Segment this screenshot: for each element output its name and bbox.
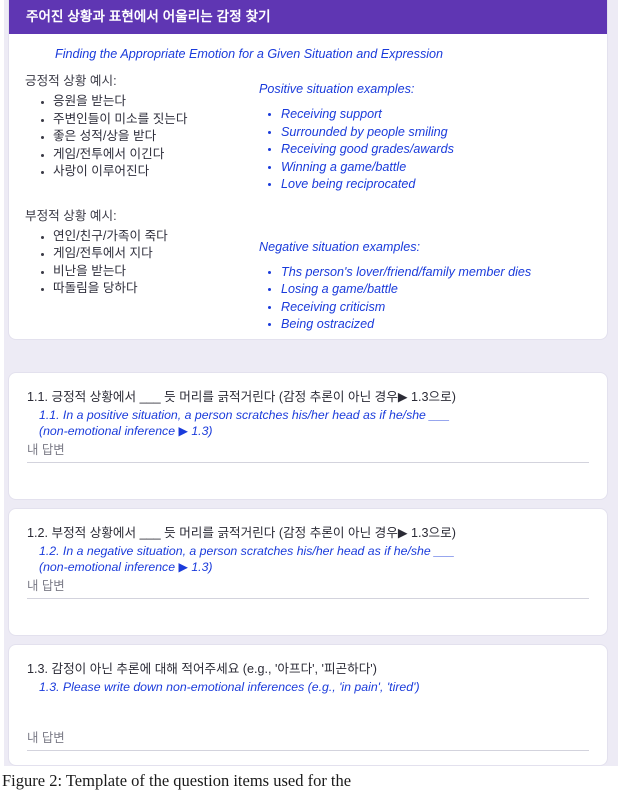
question-card-1-1[interactable]: 1.1. 긍정적 상황에서 ___ 듯 머리를 긁적거린다 (감정 추론이 아닌… <box>8 372 608 500</box>
list-item: 사랑이 이루어진다 <box>53 163 265 181</box>
korean-examples-column: 긍정적 상황 예시: 응원을 받는다 주변인들이 미소를 짓는다 좋은 성적/상… <box>25 70 265 298</box>
positive-examples-korean-list: 응원을 받는다 주변인들이 미소를 짓는다 좋은 성적/상을 받다 게임/전투에… <box>25 93 265 181</box>
question-text-english: 1.2. In a negative situation, a person s… <box>39 544 589 575</box>
list-item: 주변인들이 미소를 짓는다 <box>53 111 265 129</box>
google-form-container: 주어진 상황과 표현에서 어울리는 감정 찾기 Finding the Appr… <box>0 0 618 766</box>
list-item: 게임/전투에서 지다 <box>53 245 265 263</box>
left-gutter <box>0 0 4 766</box>
positive-heading-english: Positive situation examples: <box>259 82 415 96</box>
answer-placeholder: 내 답변 <box>27 579 65 593</box>
list-item: 좋은 성적/상을 받다 <box>53 128 265 146</box>
figure-caption-clipped: Figure 2: Template of the question items… <box>0 770 630 792</box>
question-english-line-1: 1.2. In a negative situation, a person s… <box>39 544 455 558</box>
positive-heading-korean: 긍정적 상황 예시: <box>25 74 117 88</box>
list-item: 연인/친구/가족이 죽다 <box>53 228 265 246</box>
answer-placeholder: 내 답변 <box>27 730 65 745</box>
figure-caption-text: Figure 2: Template of the question items… <box>2 771 352 790</box>
answer-field-wrapper[interactable]: 내 답변 <box>27 730 589 751</box>
list-item: 응원을 받는다 <box>53 93 265 111</box>
list-item: Winning a game/battle <box>281 159 607 177</box>
list-item: Receiving support <box>281 106 607 124</box>
list-item: Being ostracized <box>281 316 607 334</box>
question-text-english: 1.3. Please write down non-emotional inf… <box>39 680 589 696</box>
question-text-korean: 1.2. 부정적 상황에서 ___ 듯 머리를 긁적거린다 (감정 추론이 아닌… <box>27 526 456 540</box>
list-item: 비난을 받는다 <box>53 263 265 281</box>
list-item: 따돌림을 당하다 <box>53 280 265 298</box>
question-card-1-2[interactable]: 1.2. 부정적 상황에서 ___ 듯 머리를 긁적거린다 (감정 추론이 아닌… <box>8 508 608 636</box>
question-english-line-2: (non-emotional inference ▶ 1.3) <box>39 423 213 438</box>
negative-heading-korean: 부정적 상황 예시: <box>25 208 117 223</box>
list-item: Surrounded by people smiling <box>281 124 607 142</box>
screenshot-page: 주어진 상황과 표현에서 어울리는 감정 찾기 Finding the Appr… <box>0 0 630 792</box>
question-english-line-1: 1.3. Please write down non-emotional inf… <box>39 680 420 694</box>
form-header-card: 주어진 상황과 표현에서 어울리는 감정 찾기 Finding the Appr… <box>8 0 608 340</box>
negative-examples-korean-list: 연인/친구/가족이 죽다 게임/전투에서 지다 비난을 받는다 따돌림을 당하다 <box>25 228 265 298</box>
list-item: 게임/전투에서 이긴다 <box>53 146 265 164</box>
question-text-korean: 1.1. 긍정적 상황에서 ___ 듯 머리를 긁적거린다 (감정 추론이 아닌… <box>27 390 456 404</box>
list-item: Receiving good grades/awards <box>281 141 607 159</box>
form-description: Finding the Appropriate Emotion for a Gi… <box>9 34 607 339</box>
answer-underline <box>27 462 589 463</box>
answer-underline <box>27 749 589 751</box>
positive-examples-english-list: Receiving support Surrounded by people s… <box>259 106 607 194</box>
answer-placeholder: 내 답변 <box>27 443 65 457</box>
question-card-1-3[interactable]: 1.3. 감정이 아닌 추론에 대해 적어주세요 (e.g., '아프다', '… <box>8 644 608 766</box>
list-item: Losing a game/battle <box>281 281 607 299</box>
list-item: Ths person's lover/friend/family member … <box>281 264 607 282</box>
answer-field-wrapper[interactable]: 내 답변 <box>27 578 589 599</box>
answer-underline <box>27 598 589 599</box>
list-item: Love being reciprocated <box>281 176 607 194</box>
list-item: Receiving criticism <box>281 299 607 317</box>
question-english-line-1: 1.1. In a positive situation, a person s… <box>39 408 450 422</box>
answer-field-wrapper[interactable]: 내 답변 <box>27 442 589 463</box>
form-title: 주어진 상황과 표현에서 어울리는 감정 찾기 <box>26 9 271 25</box>
negative-examples-english-list: Ths person's lover/friend/family member … <box>259 264 607 334</box>
form-title-bar: 주어진 상황과 표현에서 어울리는 감정 찾기 <box>9 0 607 34</box>
question-english-line-2: (non-emotional inference ▶ 1.3) <box>39 559 213 574</box>
form-description-english: Finding the Appropriate Emotion for a Gi… <box>55 47 444 61</box>
question-text-english: 1.1. In a positive situation, a person s… <box>39 408 589 439</box>
negative-heading-english: Negative situation examples: <box>259 239 421 254</box>
english-examples-column: Positive situation examples: Receiving s… <box>259 82 607 334</box>
question-text-korean: 1.3. 감정이 아닌 추론에 대해 적어주세요 (e.g., '아프다', '… <box>27 662 377 676</box>
